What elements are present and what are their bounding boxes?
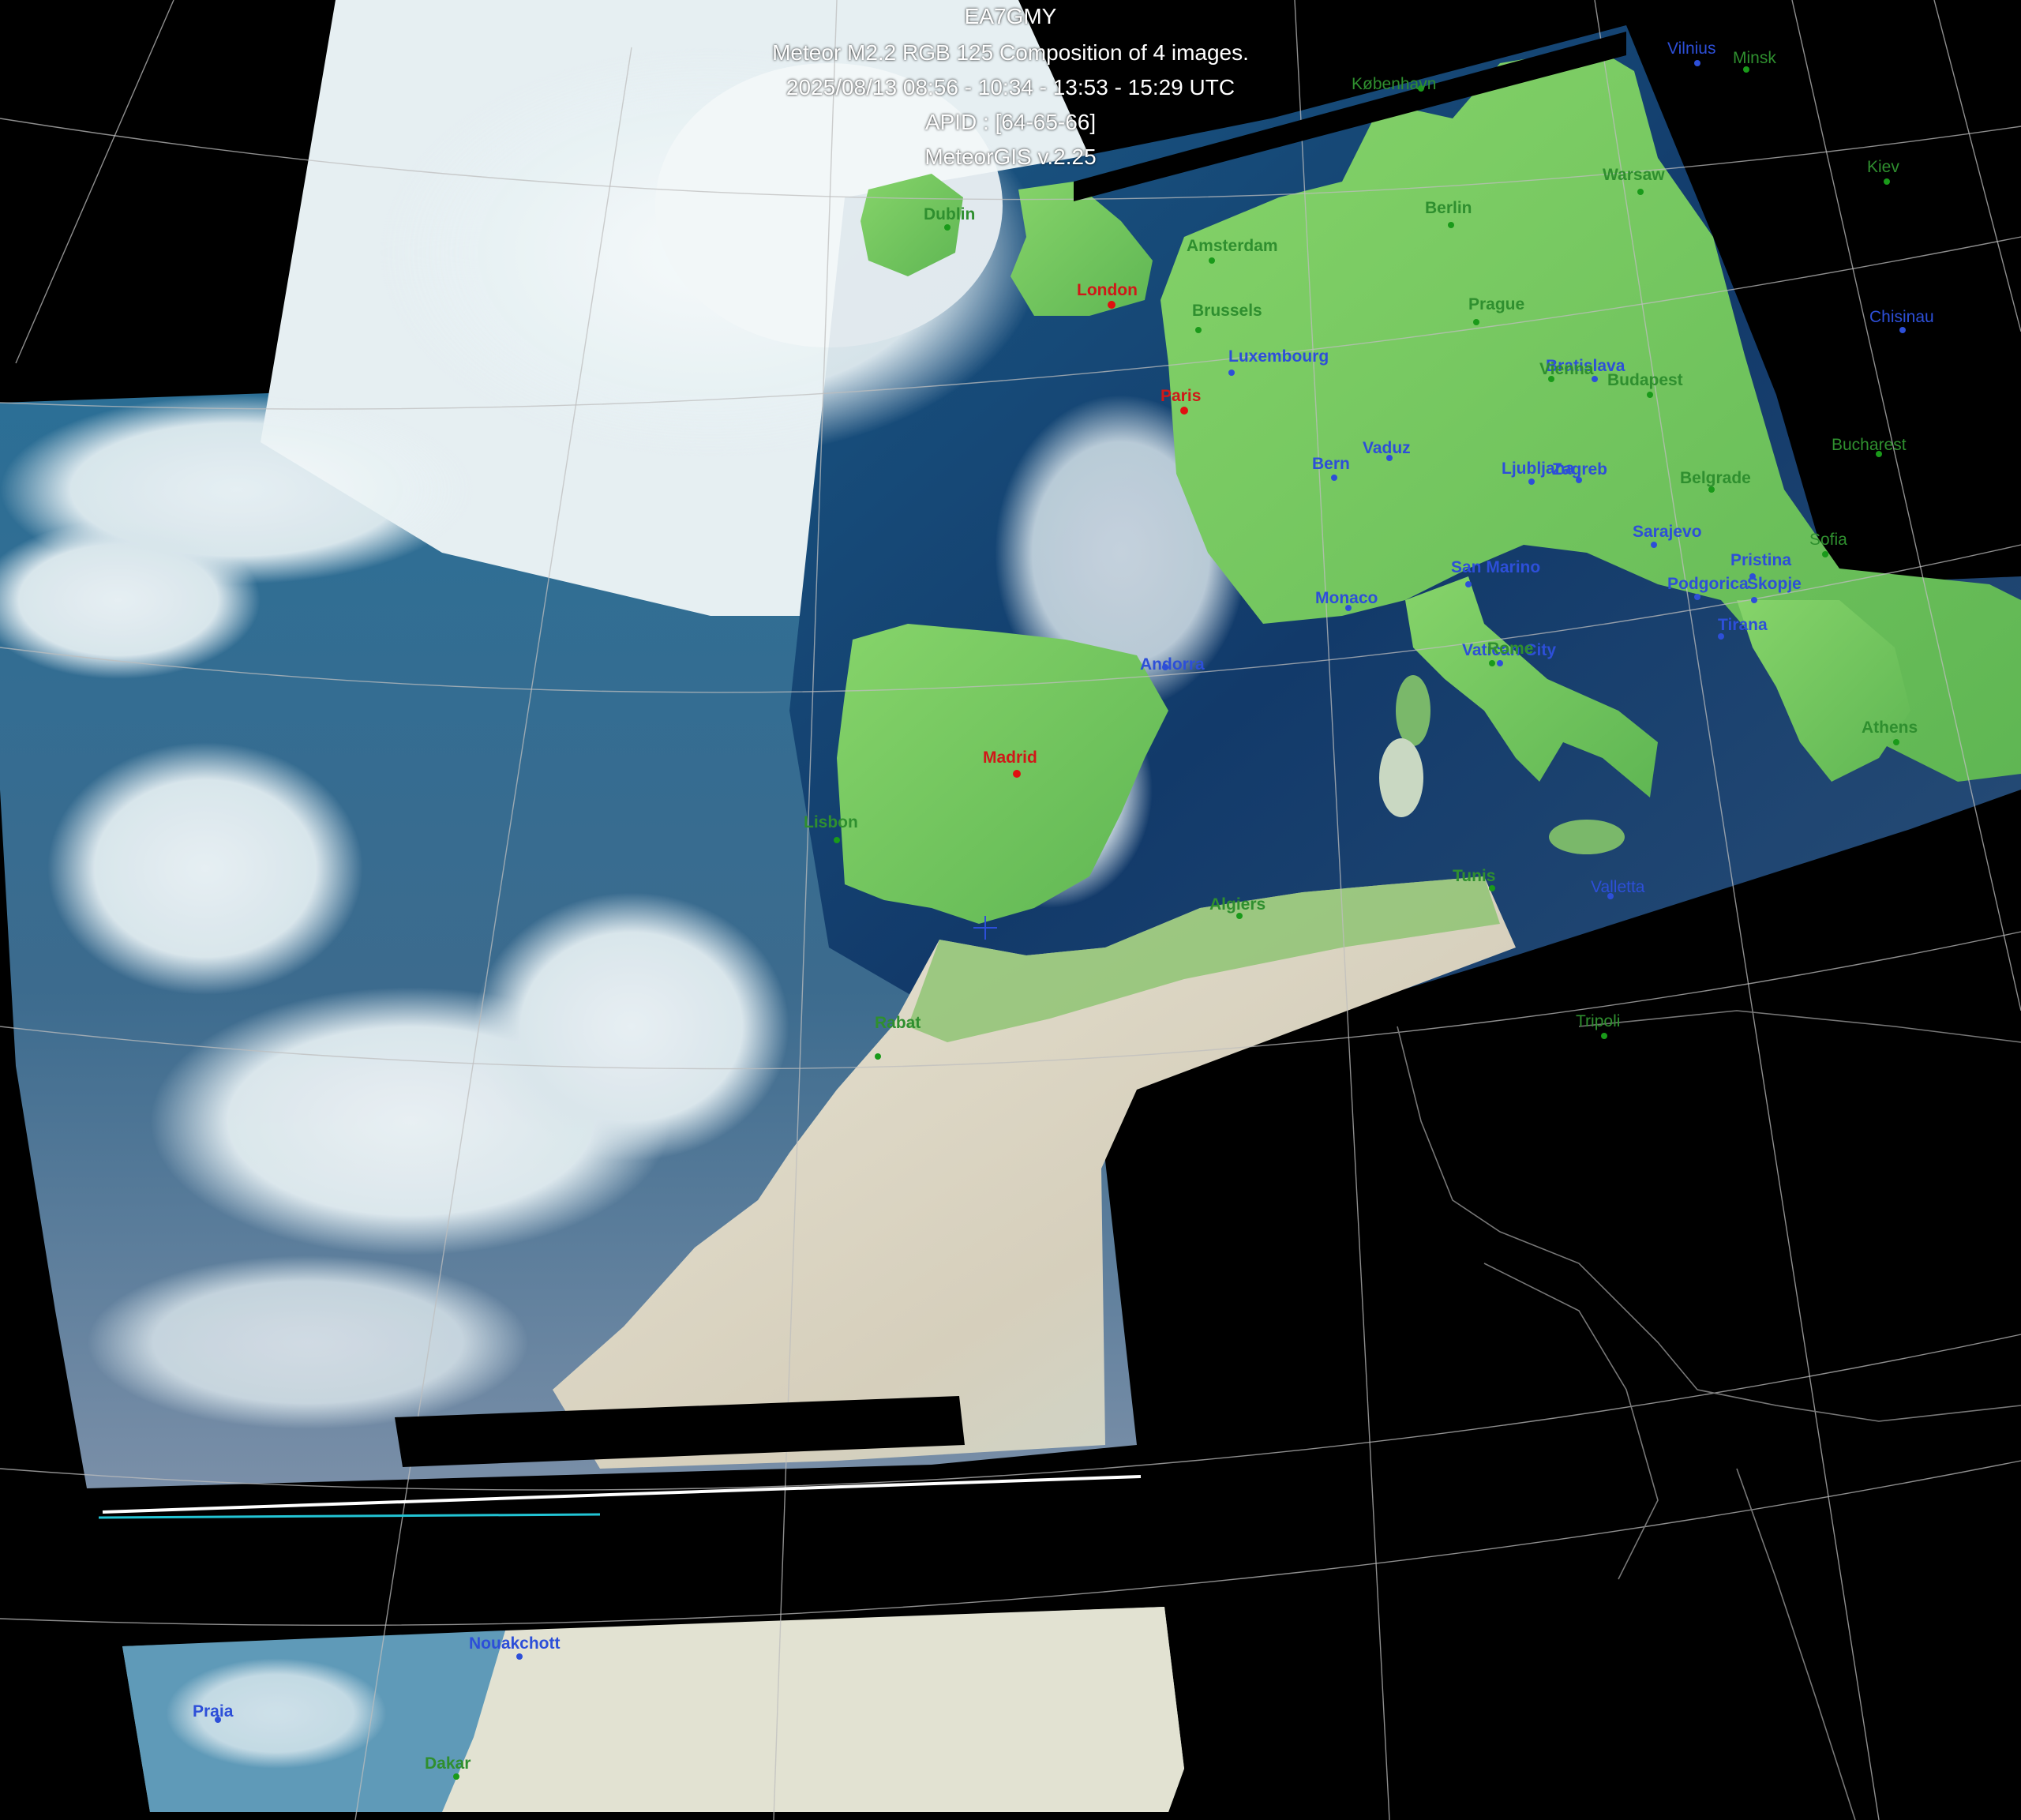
city-dot [1108, 301, 1115, 309]
city-dot [1195, 327, 1202, 333]
city-label: Berlin [1425, 199, 1472, 217]
city-label: Podgorica [1667, 575, 1749, 593]
city-label: Sofia [1809, 531, 1847, 549]
city-label: Bucharest [1832, 436, 1907, 454]
city-dot [1884, 178, 1890, 185]
city-label: Belgrade [1680, 469, 1751, 487]
city-label: Paris [1160, 387, 1201, 405]
city-marker: Praia [193, 1702, 234, 1723]
city-label: Valletta [1591, 878, 1645, 896]
satellite-composite-map: VilniusMinskKøbenhavnKievWarsawDublin Ber… [0, 0, 2021, 1820]
software-version: MeteorGIS v.2.25 [924, 144, 1097, 169]
apid-label: APID : [64-65-66] [924, 110, 1097, 134]
city-dot [1489, 660, 1495, 666]
city-label: Vaduz [1363, 439, 1411, 457]
city-label: Amsterdam [1187, 237, 1278, 255]
city-dot [1448, 222, 1454, 228]
city-dot [875, 1053, 881, 1060]
city-dot [1899, 327, 1906, 333]
land-sicily [1549, 820, 1625, 854]
city-label: Dublin [924, 205, 975, 223]
city-label: Madrid [983, 749, 1037, 767]
city-label: Tripoli [1576, 1012, 1620, 1030]
city-marker: Valletta [1591, 878, 1645, 899]
city-dot [1473, 319, 1479, 325]
city-dot [834, 837, 840, 843]
city-label: Rabat [875, 1014, 921, 1032]
city-label: San Marino [1451, 558, 1540, 576]
city-dot [1708, 486, 1715, 493]
swath-seam-line-2 [98, 1513, 601, 1519]
product-title: Meteor M2.2 RGB 125 Composition of 4 ima… [772, 40, 1249, 65]
city-label: Tirana [1718, 616, 1768, 634]
city-label: Praia [193, 1702, 234, 1721]
city-label: Rome [1487, 640, 1533, 658]
city-label: Skopje [1747, 575, 1802, 593]
city-dot [1647, 392, 1653, 398]
city-label: Luxembourg [1228, 347, 1329, 366]
city-label: Vienna [1539, 360, 1594, 378]
city-label: Budapest [1607, 371, 1683, 389]
city-label: Sarajevo [1633, 523, 1702, 541]
city-dot [1209, 257, 1215, 264]
city-label: Chisinau [1869, 308, 1934, 326]
city-dot [1718, 633, 1724, 640]
city-label: Algiers [1209, 895, 1265, 914]
city-dot [1822, 551, 1828, 557]
city-dot [944, 224, 951, 231]
city-label: Tunis [1453, 867, 1495, 885]
city-label: Lisbon [804, 813, 858, 831]
pass-times: 2025/08/13 08:56 - 10:34 - 13:53 - 15:29… [786, 75, 1235, 99]
city-marker: Andorra [1140, 655, 1205, 674]
city-label: Pristina [1730, 551, 1791, 569]
city-dot [1751, 597, 1757, 603]
city-dot [1497, 660, 1503, 666]
city-dot [516, 1653, 523, 1660]
city-dot [1651, 542, 1657, 548]
station-callsign: EA7GMY [964, 4, 1057, 28]
land-corsica [1396, 675, 1430, 746]
city-label: Athens [1862, 719, 1918, 737]
city-dot [1180, 407, 1188, 415]
city-dot [1528, 478, 1535, 485]
city-label: Bern [1312, 455, 1350, 473]
city-dot [1743, 66, 1749, 73]
city-dot [1465, 581, 1472, 587]
city-label: Monaco [1315, 589, 1378, 607]
land-sardinia [1379, 738, 1423, 817]
city-dot [1228, 370, 1235, 376]
city-dot [1637, 189, 1644, 195]
city-dot [1601, 1033, 1607, 1039]
city-marker: Chisinau [1869, 308, 1934, 333]
country-borders [1397, 1010, 2021, 1820]
city-label: Zagreb [1552, 460, 1607, 478]
city-dot [453, 1773, 459, 1780]
city-dot [1694, 594, 1700, 600]
city-label: Andorra [1140, 655, 1205, 674]
city-dot [1893, 739, 1899, 745]
city-dot [1489, 885, 1495, 891]
city-dot [1236, 913, 1243, 919]
city-label: Prague [1468, 295, 1524, 313]
map-viewer: Vilnius Minsk København Kiev Warsaw Dublin Ber… [0, 0, 2021, 1820]
city-dot [1331, 475, 1337, 481]
city-dot [1013, 770, 1021, 778]
city-marker: Tripoli [1576, 1012, 1620, 1039]
city-label: Brussels [1192, 302, 1262, 320]
city-marker: Bucharest [1832, 436, 1907, 457]
city-label: Dakar [425, 1754, 471, 1773]
city-label: London [1077, 281, 1138, 299]
city-label: Nouakchott [469, 1634, 561, 1653]
